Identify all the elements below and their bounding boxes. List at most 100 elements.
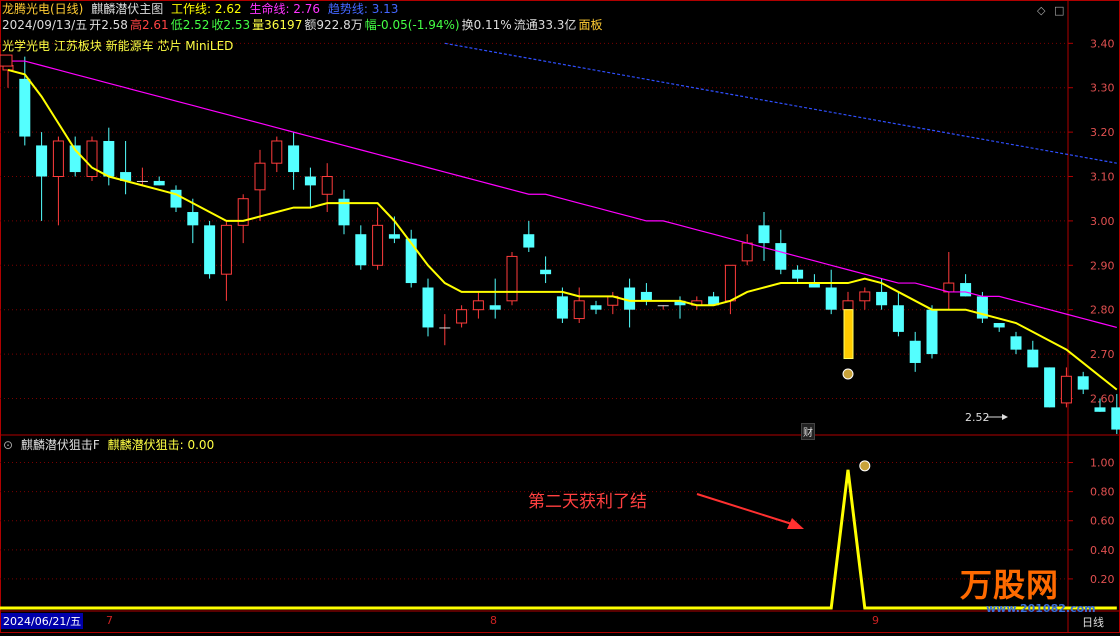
candle-body: [321, 176, 333, 195]
candle-body: [456, 309, 468, 324]
sub-panel-title[interactable]: 麒麟潜伏狙击F: [21, 438, 100, 452]
candle-body: [859, 291, 871, 302]
candle-body: [220, 224, 232, 275]
candle-body: [1094, 407, 1106, 412]
candle-body: [19, 78, 31, 137]
sub-ytick-label: 0.60: [1090, 515, 1115, 528]
ytick-label: 2.60: [1090, 392, 1115, 405]
candle-body: [136, 180, 148, 182]
candle-body: [187, 212, 199, 226]
quote-change: 幅-0.05(-1.94%): [364, 18, 460, 32]
quote-open: 开2.58: [89, 18, 128, 32]
candle-body: [506, 255, 518, 302]
candle-body: [657, 305, 669, 307]
header-title-row: 龙腾光电(日线) 麒麟潜伏主图 工作线: 2.62 生命线: 2.76 趋势线:…: [2, 2, 402, 16]
signal-bar: [843, 309, 854, 360]
quote-date: 2024/09/13/五: [2, 18, 88, 32]
watermark-logo: 万股网: [960, 566, 1060, 604]
stock-name[interactable]: 龙腾光电(日线): [2, 2, 83, 16]
candle-body: [1044, 367, 1056, 408]
ytick-label: 3.40: [1090, 37, 1115, 50]
candle-body: [204, 225, 216, 275]
quote-amount: 额922.8万: [304, 18, 363, 32]
candle-body: [624, 287, 636, 310]
candle-body: [103, 140, 115, 177]
watermark-url: www.201082.com: [986, 602, 1096, 615]
candle-body: [405, 238, 417, 284]
candle-body: [960, 283, 972, 297]
candle-body: [355, 234, 367, 266]
kline-window: 3.40 3.30 3.20 3.10 3.00 2.90 2.80 2.70 2.60 1.00…: [0, 0, 1120, 633]
month-9-label: 9: [872, 614, 879, 627]
candle-body: [1060, 375, 1072, 404]
candle-body: [439, 327, 451, 329]
candle-body: [724, 264, 736, 302]
candle-body: [523, 234, 535, 248]
quote-turnover: 换0.11%: [461, 18, 512, 32]
sniper-coin-icon: [859, 460, 871, 472]
ytick-label: 2.80: [1090, 304, 1115, 317]
first-candle-marker: [0, 54, 13, 67]
work-line-label: 工作线: 2.62: [171, 2, 242, 16]
candle-body: [792, 269, 804, 279]
trend-line: [444, 42, 1117, 164]
sub-panel-value: 麒麟潜伏狙击: 0.00: [107, 438, 215, 452]
sub-ytick-label: 0.40: [1090, 544, 1115, 557]
candle-body: [388, 234, 400, 239]
ytick-label: 3.20: [1090, 126, 1115, 139]
candle-body: [271, 140, 283, 164]
candle-body: [254, 162, 266, 191]
candle-body: [540, 269, 552, 275]
candle-body: [36, 145, 48, 177]
price-marker: 2.52: [965, 411, 990, 424]
quote-float-cap: 流通33.3亿: [513, 18, 577, 32]
sub-ytick-label: 0.80: [1090, 486, 1115, 499]
indicator-title[interactable]: 麒麟潜伏主图: [91, 2, 163, 16]
sub-panel-header: ⊙ 麒麟潜伏狙击F 麒麟潜伏狙击: 0.00: [3, 438, 218, 452]
candle-body: [640, 291, 652, 301]
candles: [2, 56, 1120, 434]
candle-body: [153, 180, 165, 186]
quote-close: 收2.53: [211, 18, 251, 32]
trend-line-label: 趋势线: 3.13: [327, 2, 399, 16]
candle-body: [288, 145, 300, 173]
candle-body: [909, 340, 921, 363]
candle-body: [876, 291, 888, 306]
quote-volume: 量36197: [252, 18, 303, 32]
ytick-label: 3.10: [1090, 171, 1115, 184]
kline-chart[interactable]: 3.40 3.30 3.20 3.10 3.00 2.90 2.80 2.70 2.60 1.00…: [0, 0, 1120, 633]
candle-body: [590, 305, 602, 310]
candle-body: [304, 176, 316, 186]
panel-button[interactable]: 面板: [578, 18, 602, 32]
candle-body: [775, 243, 787, 270]
candle-body: [741, 242, 753, 262]
candle-body: [825, 287, 837, 310]
ytick-label: 3.00: [1090, 215, 1115, 228]
candle-body: [1077, 376, 1089, 390]
candle-body: [573, 300, 585, 320]
note-arrow: [696, 493, 796, 526]
candle-body: [52, 140, 64, 178]
profit-note: 第二天获利了结: [528, 492, 647, 512]
life-line-label: 生命线: 2.76: [249, 2, 321, 16]
sub-panel-menu-icon[interactable]: ⊙: [3, 438, 13, 452]
candle-body: [758, 225, 770, 244]
candle-body: [1010, 336, 1022, 350]
ytick-label: 3.30: [1090, 82, 1115, 95]
period-label[interactable]: 日线: [1082, 614, 1104, 630]
signal-coin-icon: [842, 368, 854, 380]
cai-badge[interactable]: 财: [801, 423, 815, 440]
sub-ytick-label: 1.00: [1090, 457, 1115, 470]
diamond-icon[interactable]: ◇: [1037, 4, 1045, 17]
cursor-date: 2024/06/21/五: [1, 613, 84, 629]
candle-body: [489, 305, 501, 310]
close-panel-button[interactable]: □: [1054, 4, 1064, 17]
candle-body: [993, 323, 1005, 328]
candle-body: [1027, 349, 1039, 368]
work-line: [7, 68, 1118, 391]
ytick-label: 2.70: [1090, 348, 1115, 361]
candle-body: [372, 224, 384, 266]
quote-low: 低2.52: [170, 18, 210, 32]
quote-high: 高2.61: [129, 18, 169, 32]
candle-body: [472, 300, 484, 311]
